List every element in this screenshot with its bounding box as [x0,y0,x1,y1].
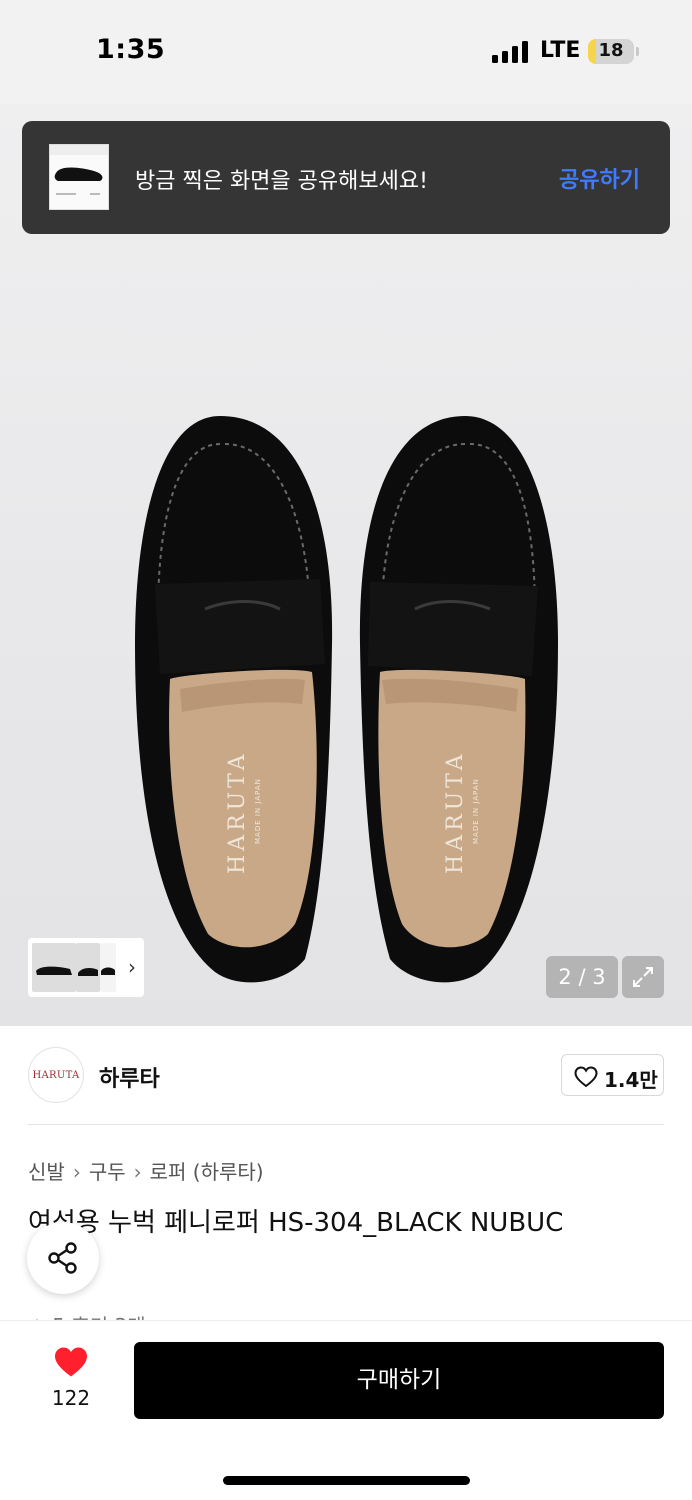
product-image-gallery[interactable]: HARUTA MADE IN JAPAN HARUTA MADE IN JAPA… [0,104,692,1026]
expand-icon-glyph [633,967,653,987]
heart-icon [55,1347,87,1377]
toast-message: 방금 찍은 화면을 공유해보세요! [135,169,428,194]
insole-sub-left: MADE IN JAPAN [254,778,262,844]
battery-level: 18 [598,40,624,61]
breadcrumb-item-loafers[interactable]: 로퍼 (하루타) [150,1160,264,1184]
heart-outline-icon [574,1066,598,1088]
battery-cap [636,47,639,56]
screenshot-thumbnail-image [50,145,108,195]
thumbnail-strip[interactable]: › [28,938,144,997]
product-title: 여성용 누벅 페니로퍼 HS-304_BLACK NUBUC [28,1208,564,1238]
thumbnail-1[interactable] [32,943,76,992]
thumbnail-2[interactable] [76,943,100,992]
buy-button[interactable]: 구매하기 [134,1342,664,1419]
chevron-right-icon: › [133,1160,142,1184]
battery-icon: 18 [588,39,634,64]
signal-icon [492,41,528,63]
status-bar: 1:35 LTE 18 [0,0,692,104]
wishlist-count: 122 [51,1386,91,1410]
insole-brand-right: HARUTA [443,750,468,874]
network-label: LTE [540,38,581,63]
share-now-button[interactable]: 공유하기 [559,162,640,194]
brand-name[interactable]: 하루타 [99,1061,160,1093]
share-toast[interactable]: 방금 찍은 화면을 공유해보세요! 공유하기 [22,121,670,234]
brand-logo[interactable]: HARUTA [28,1047,84,1103]
insole-sub-right: MADE IN JAPAN [472,778,480,844]
screenshot-thumbnail[interactable] [49,144,109,210]
brand-like-count: 1.4만 [604,1068,658,1092]
share-icon [48,1242,77,1274]
insole-brand-left: HARUTA [225,750,250,874]
left-shoe: HARUTA MADE IN JAPAN [135,416,333,983]
chevron-right-icon[interactable]: › [128,955,136,979]
brand-like-button[interactable]: 1.4만 [561,1054,664,1096]
divider [28,1124,664,1125]
share-button[interactable] [27,1222,99,1294]
product-photo: HARUTA MADE IN JAPAN HARUTA MADE IN JAPA… [135,416,558,983]
home-indicator[interactable] [223,1476,470,1485]
image-counter: 2 / 3 [546,956,618,998]
chevron-right-icon: › [72,1160,81,1184]
expand-icon[interactable] [622,956,664,998]
status-time: 1:35 [96,34,166,65]
breadcrumb: 신발 › 구두 › 로퍼 (하루타) [28,1156,264,1185]
wishlist-button[interactable]: 122 [38,1344,104,1414]
thumbnail-3[interactable] [100,943,116,992]
breadcrumb-item-shoes[interactable]: 신발 [28,1160,65,1184]
breadcrumb-item-dress-shoes[interactable]: 구두 [89,1160,126,1184]
right-shoe: HARUTA MADE IN JAPAN [359,416,558,983]
